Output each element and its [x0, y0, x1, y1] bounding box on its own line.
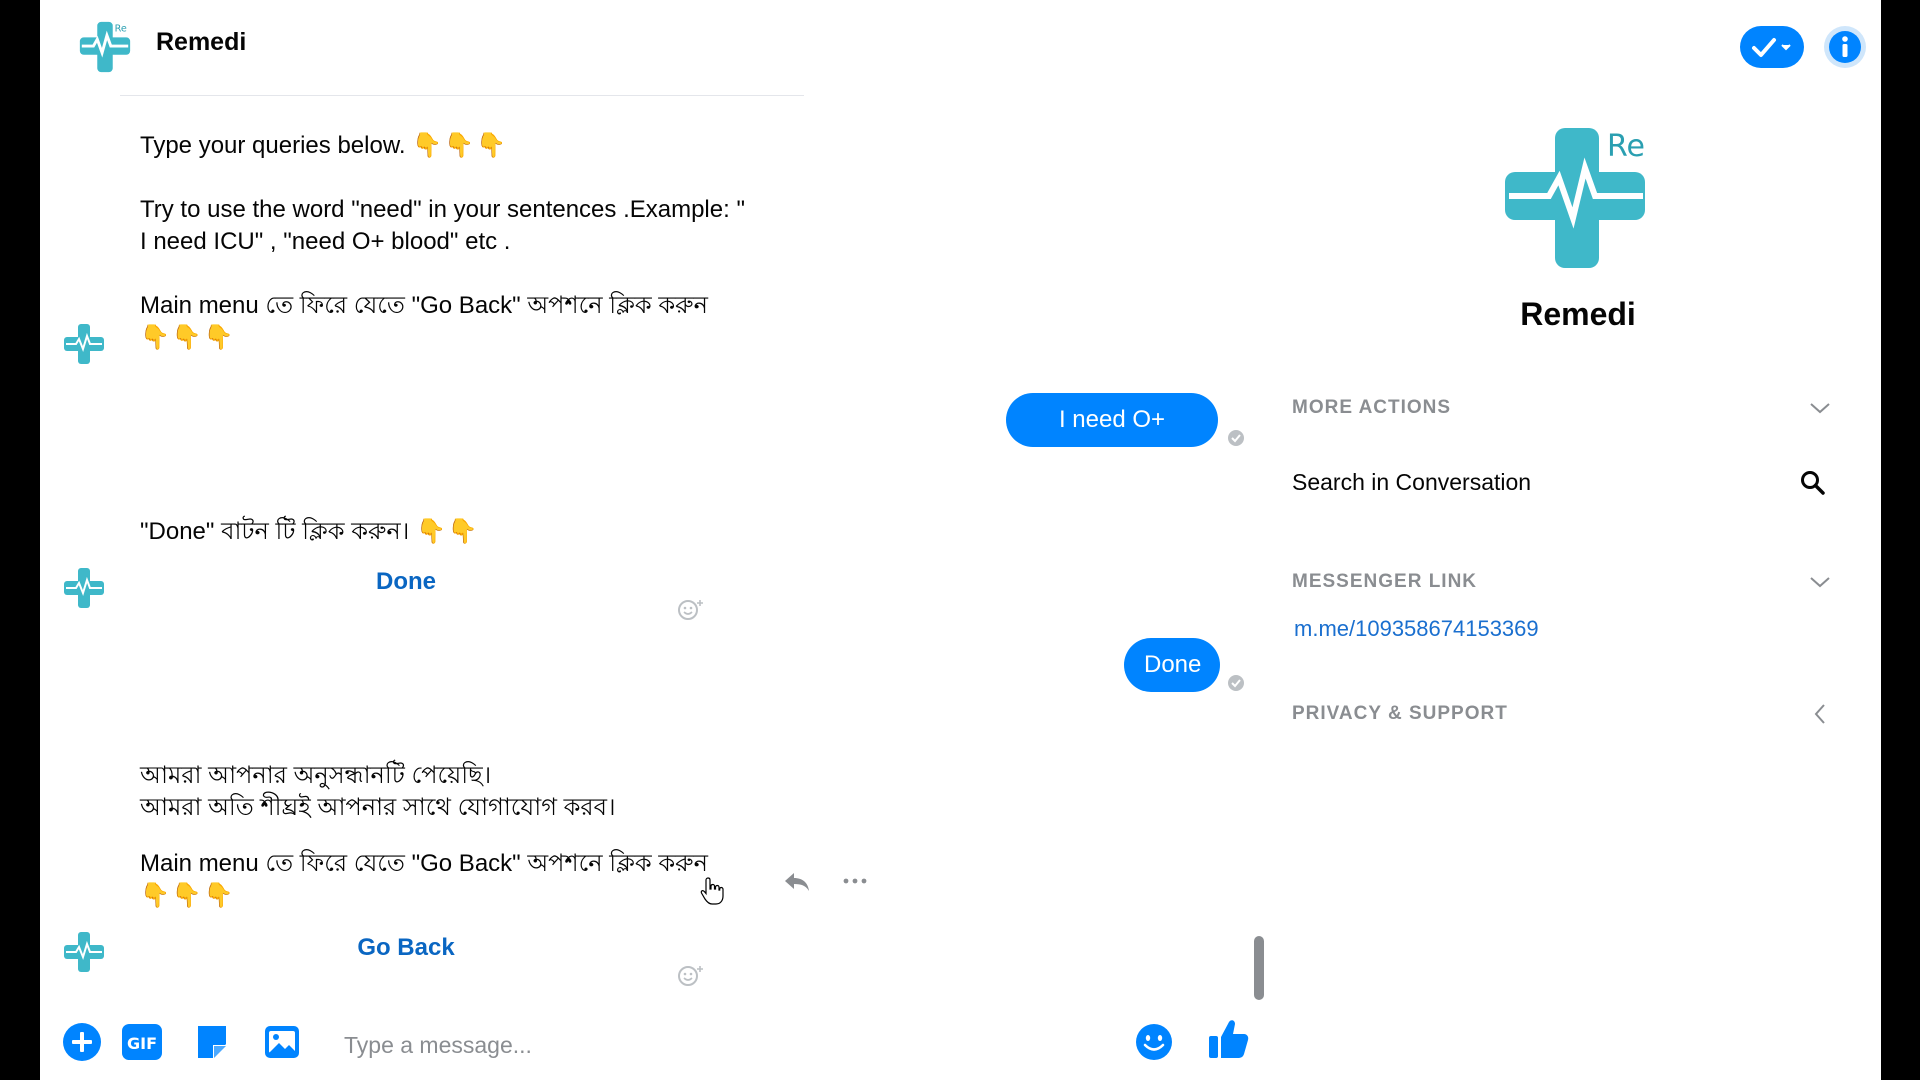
conversation-header: Re Remedi: [40, 0, 1881, 96]
bot-avatar: [64, 932, 104, 972]
bot-message: Type your queries below. 👇👇👇 Try to use …: [140, 130, 780, 354]
photo-icon[interactable]: [262, 1022, 302, 1062]
messenger-window: Re Remedi Type your queries below. 👇👇👇 T…: [40, 0, 1881, 1080]
info-button[interactable]: [1824, 26, 1866, 68]
section-title: MESSENGER LINK: [1292, 571, 1478, 592]
privacy-support-header[interactable]: PRIVACY & SUPPORT: [1292, 694, 1832, 734]
logo-text: Re: [1607, 129, 1645, 164]
go-back-quick-reply-button[interactable]: Go Back: [140, 934, 672, 962]
sticker-icon[interactable]: [192, 1022, 232, 1062]
messenger-link-header[interactable]: MESSENGER LINK: [1292, 562, 1832, 602]
pointing-down-emoji: 👇👇: [415, 518, 480, 545]
seen-check-icon: [1228, 675, 1244, 691]
section-title: PRIVACY & SUPPORT: [1292, 703, 1508, 724]
svg-text:GIF: GIF: [127, 1034, 157, 1053]
logo-text: Re: [115, 24, 127, 35]
chevron-down-icon: [1810, 403, 1830, 414]
check-chevron-icon: [1752, 38, 1791, 57]
reply-icon[interactable]: [782, 868, 812, 894]
gif-icon[interactable]: GIF: [120, 1022, 164, 1062]
search-label: Search in Conversation: [1292, 469, 1532, 495]
message-line: আমরা আপনার অনুসন্ধানটি পেয়েছি।: [140, 762, 492, 789]
thumbs-up-icon[interactable]: [1206, 1016, 1252, 1062]
message-line: Type your queries below. 👇👇👇: [140, 132, 508, 159]
search-icon: [1801, 471, 1825, 495]
bot-avatar: [64, 568, 104, 608]
user-message-bubble[interactable]: I need O+ Blood: [1006, 393, 1218, 487]
hand-cursor-icon: [700, 877, 724, 905]
user-message-bubble[interactable]: Done: [1124, 638, 1220, 692]
plus-icon[interactable]: [62, 1022, 102, 1062]
emoji-icon[interactable]: [1134, 1022, 1174, 1062]
messenger-link[interactable]: m.me/109358674153369: [1294, 616, 1539, 642]
more-actions-header[interactable]: MORE ACTIONS: [1292, 388, 1832, 428]
section-title: MORE ACTIONS: [1292, 397, 1452, 418]
message-line: Try to use the word "need" in your sente…: [140, 196, 745, 223]
bot-avatar: [64, 324, 104, 364]
pointing-down-emoji: 👇👇👇: [140, 882, 236, 909]
header-divider: [120, 95, 804, 96]
remedi-logo-icon: Re: [79, 21, 131, 73]
bot-message: "Done" বাটন টি ক্লিক করুন। 👇👇: [140, 518, 480, 545]
add-reaction-icon[interactable]: [676, 962, 706, 988]
page-title: Remedi: [156, 28, 247, 56]
search-in-conversation[interactable]: Search in Conversation: [1292, 462, 1832, 502]
message-input[interactable]: [342, 1028, 1106, 1062]
more-options-icon[interactable]: [840, 868, 870, 894]
seen-check-icon: [1228, 430, 1244, 446]
message-line: Main menu তে ফিরে যেতে "Go Back" অপশনে ক…: [140, 292, 708, 319]
remedi-profile-logo: Re: [1505, 128, 1645, 268]
message-line: Main menu তে ফিরে যেতে "Go Back" অপশনে ক…: [140, 850, 708, 877]
message-line: I need ICU" , "need O+ blood" etc .: [140, 228, 511, 255]
chevron-left-icon: [1814, 704, 1825, 724]
mark-done-button[interactable]: [1740, 26, 1804, 68]
bot-message: আমরা আপনার অনুসন্ধানটি পেয়েছি। আমরা অতি…: [140, 760, 780, 912]
add-reaction-icon[interactable]: [676, 596, 706, 622]
profile-name: Remedi: [1520, 296, 1636, 332]
done-quick-reply-button[interactable]: Done: [140, 568, 672, 596]
pointing-down-emoji: 👇👇👇: [140, 324, 236, 351]
scrollbar[interactable]: [1254, 936, 1264, 1000]
pointing-down-emoji: 👇👇👇: [412, 132, 508, 159]
info-icon: [1829, 31, 1861, 63]
chevron-down-icon: [1810, 577, 1830, 588]
message-line: আমরা অতি শীঘ্রই আপনার সাথে যোগাযোগ করব।: [140, 794, 616, 821]
